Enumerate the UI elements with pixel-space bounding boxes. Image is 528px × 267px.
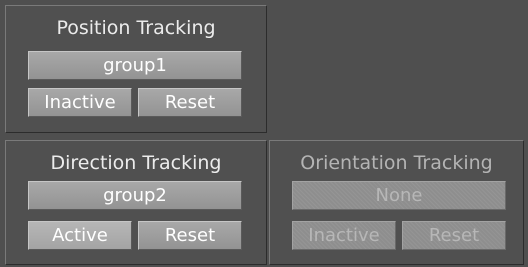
direction-reset-button[interactable]: Reset — [138, 221, 242, 250]
position-tracking-panel: Position Tracking group1 Inactive Reset — [5, 5, 267, 133]
position-group-button[interactable]: group1 — [28, 51, 242, 80]
position-inactive-button[interactable]: Inactive — [28, 88, 132, 117]
direction-active-button[interactable]: Active — [28, 221, 132, 250]
direction-group-button[interactable]: group2 — [28, 181, 242, 210]
position-tracking-title: Position Tracking — [56, 17, 216, 39]
position-reset-button[interactable]: Reset — [138, 88, 242, 117]
direction-tracking-title: Direction Tracking — [50, 152, 222, 174]
orientation-tracking-panel: Orientation Tracking None Inactive Reset — [269, 140, 524, 265]
orientation-group-button[interactable]: None — [292, 181, 506, 210]
orientation-tracking-title: Orientation Tracking — [300, 152, 493, 174]
direction-tracking-panel: Direction Tracking group2 Active Reset — [5, 140, 267, 265]
orientation-inactive-button[interactable]: Inactive — [292, 221, 396, 250]
orientation-reset-button[interactable]: Reset — [402, 221, 506, 250]
